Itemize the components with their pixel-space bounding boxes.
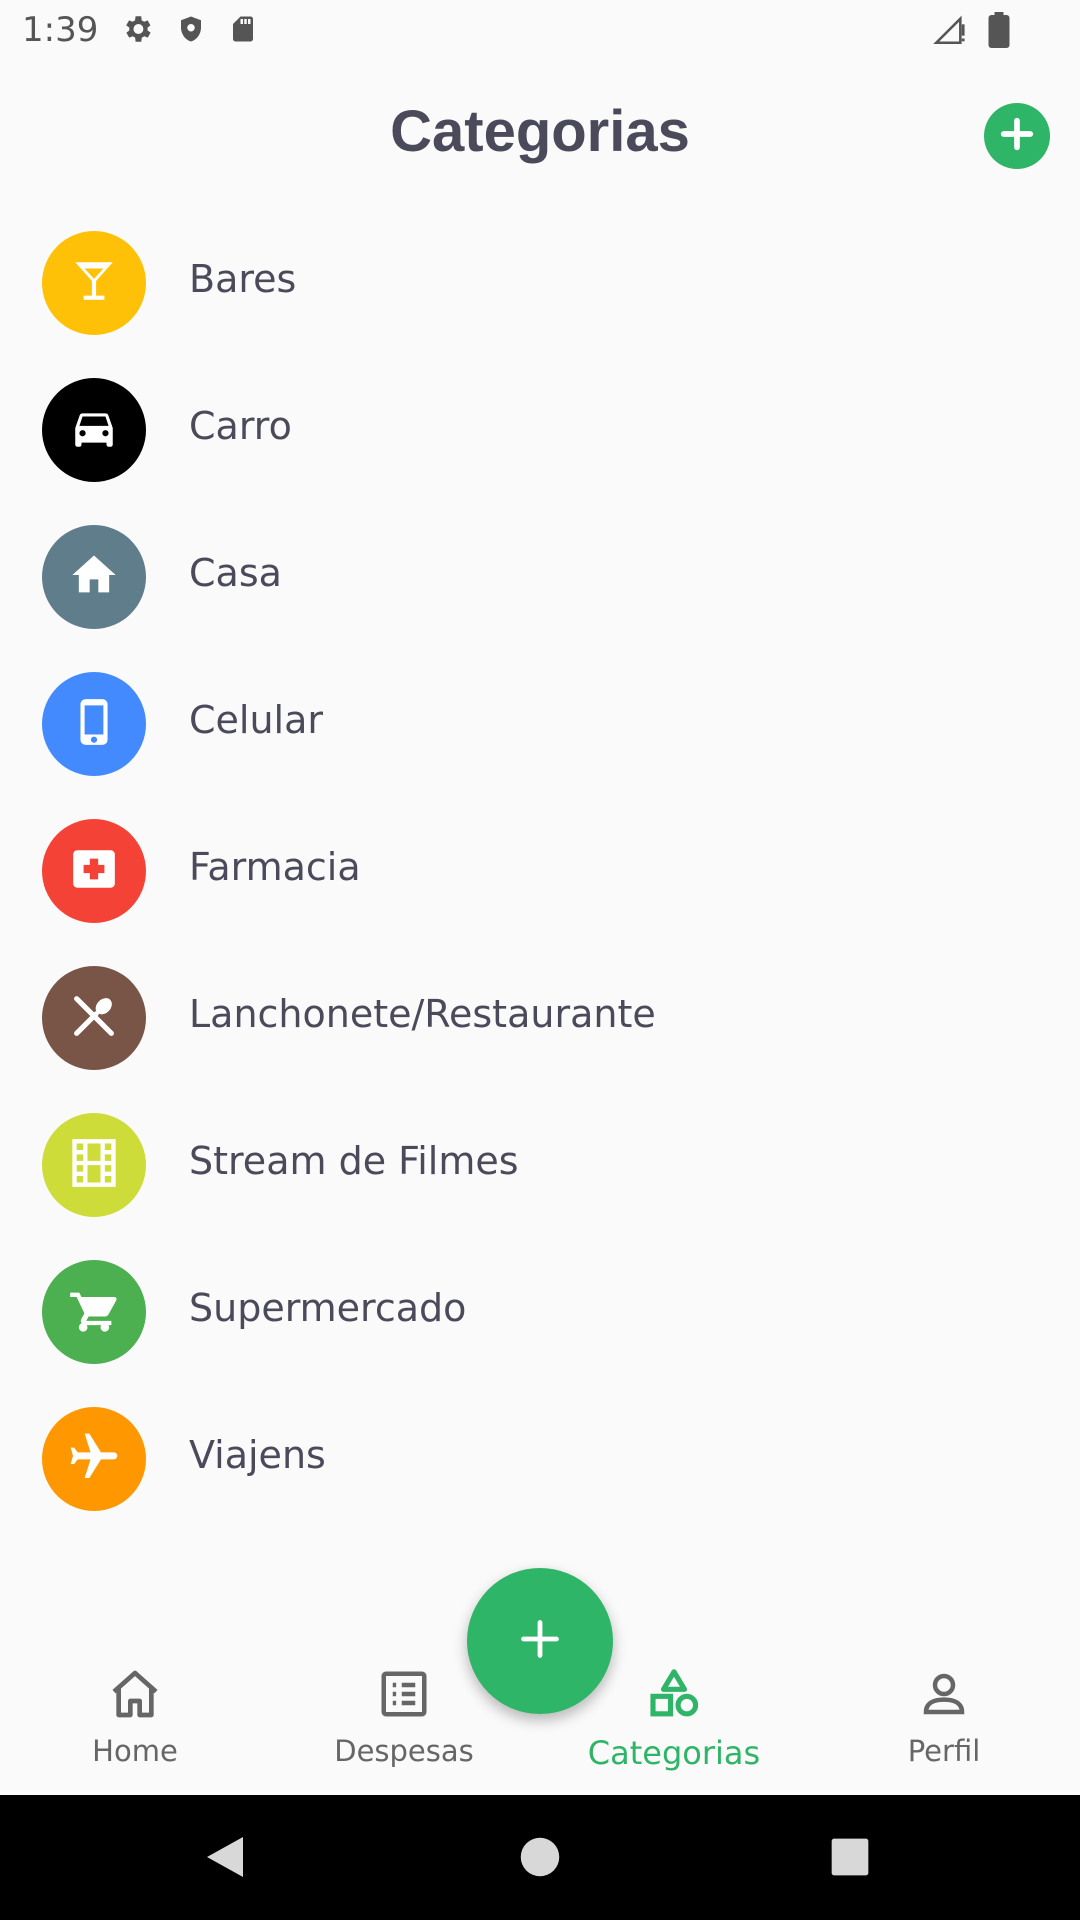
home-button[interactable]	[510, 1829, 570, 1889]
film-icon	[71, 1137, 117, 1193]
category-label: Farmacia	[189, 845, 361, 889]
nav-label: Home	[92, 1734, 178, 1768]
category-item-lanchonete[interactable]: Lanchonete/Restaurante	[0, 960, 1080, 1107]
category-label: Celular	[189, 698, 324, 742]
category-item-farmacia[interactable]: Farmacia	[0, 813, 1080, 960]
category-item-supermercado[interactable]: Supermercado	[0, 1254, 1080, 1401]
category-label: Viajens	[189, 1433, 326, 1477]
category-label: Carro	[189, 404, 292, 448]
gear-icon	[120, 12, 154, 50]
category-label: Lanchonete/Restaurante	[189, 992, 656, 1036]
add-expense-fab[interactable]	[467, 1568, 613, 1714]
person-icon	[917, 1666, 971, 1722]
category-label: Casa	[189, 551, 282, 595]
status-icons-right	[932, 12, 1010, 52]
utensils-icon	[68, 990, 120, 1046]
shield-icon	[176, 12, 206, 50]
back-icon	[203, 1833, 247, 1885]
category-icon-circle	[42, 966, 146, 1070]
category-item-celular[interactable]: Celular	[0, 666, 1080, 813]
category-label: Stream de Filmes	[189, 1139, 519, 1183]
cocktail-icon	[69, 256, 119, 310]
category-icon-circle	[42, 231, 146, 335]
category-label: Supermercado	[189, 1286, 467, 1330]
category-icon-circle	[42, 378, 146, 482]
nav-label: Despesas	[334, 1734, 474, 1768]
category-item-stream[interactable]: Stream de Filmes	[0, 1107, 1080, 1254]
home-circle-icon	[519, 1836, 561, 1882]
status-time: 1:39	[22, 10, 99, 50]
back-button[interactable]	[195, 1829, 255, 1889]
signal-icon	[932, 13, 966, 51]
page-title: Categorias	[390, 99, 690, 164]
cart-icon	[68, 1284, 120, 1340]
airplane-icon	[66, 1429, 122, 1489]
category-item-casa[interactable]: Casa	[0, 519, 1080, 666]
battery-icon	[988, 12, 1010, 52]
category-item-carro[interactable]: Carro	[0, 372, 1080, 519]
nav-item-home[interactable]: Home	[35, 1640, 235, 1795]
nav-item-perfil[interactable]: Perfil	[844, 1640, 1044, 1795]
home-outline-icon	[107, 1666, 163, 1722]
recents-icon	[830, 1837, 870, 1881]
category-icon-circle	[42, 1407, 146, 1511]
category-item-viajens[interactable]: Viajens	[0, 1401, 1080, 1548]
status-icons-left	[120, 12, 258, 50]
nav-label: Perfil	[907, 1734, 981, 1768]
category-icon-circle	[42, 1260, 146, 1364]
recents-button[interactable]	[820, 1829, 880, 1889]
nav-label: Categorias	[587, 1734, 761, 1772]
category-label: Bares	[189, 257, 297, 301]
status-bar: 1:39	[0, 0, 1080, 64]
phone-icon	[69, 694, 119, 754]
plus-icon	[518, 1617, 562, 1665]
car-icon	[69, 403, 119, 457]
add-category-button[interactable]	[984, 103, 1050, 169]
system-nav-bar	[0, 1795, 1080, 1920]
home-icon	[68, 549, 120, 605]
category-icon-circle	[42, 525, 146, 629]
category-icon-circle	[42, 672, 146, 776]
category-icon-circle	[42, 819, 146, 923]
sd-card-icon	[228, 12, 258, 50]
shapes-icon	[646, 1666, 702, 1722]
medical-icon	[69, 844, 119, 898]
plus-circle-icon	[997, 114, 1037, 158]
category-item-bares[interactable]: Bares	[0, 225, 1080, 372]
screen: 1:39 Categorias Bares Carro Casa Celular…	[0, 0, 1080, 1920]
category-list: Bares Carro Casa Celular Farmacia Lancho…	[0, 225, 1080, 1548]
list-icon	[377, 1666, 431, 1722]
category-icon-circle	[42, 1113, 146, 1217]
